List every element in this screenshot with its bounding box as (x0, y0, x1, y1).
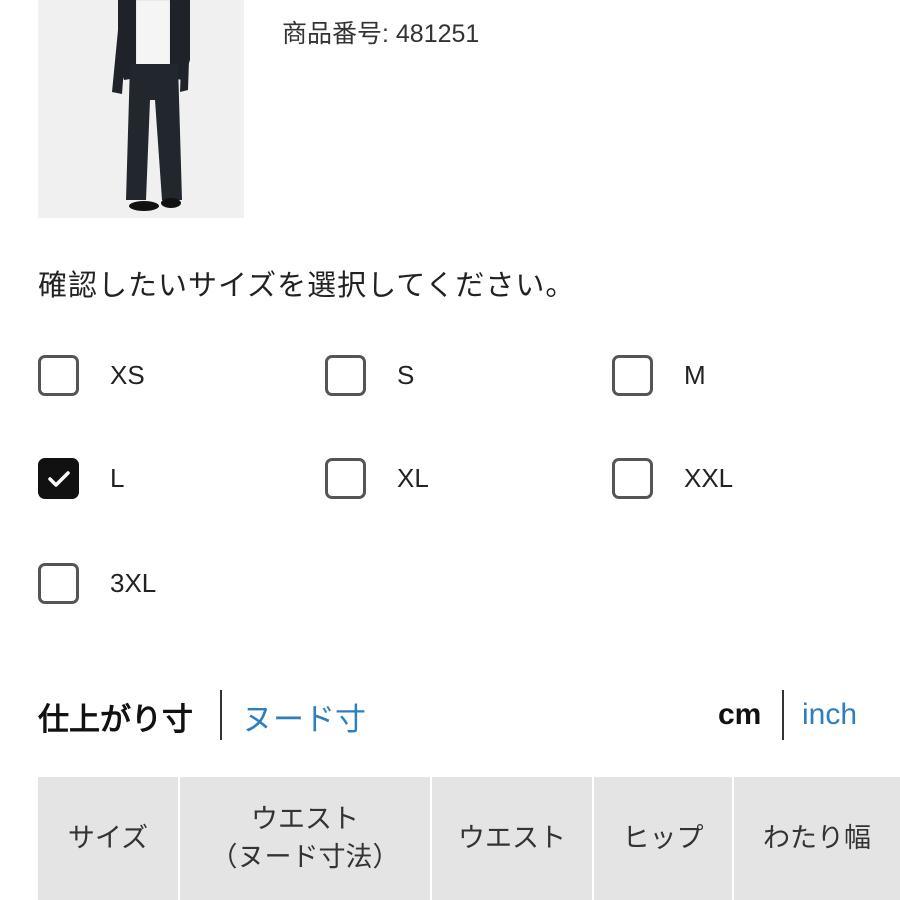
table-header-body-waist-line1: ウエスト (251, 803, 359, 835)
size-checkbox-xxl[interactable] (612, 458, 653, 499)
size-option-s[interactable]: S (325, 355, 414, 396)
tab-finished-size[interactable]: 仕上がり寸 (38, 694, 193, 739)
table-header-waist: ウエスト (432, 777, 594, 900)
tab-body-size[interactable]: ヌード寸 (242, 694, 366, 739)
size-label-xs: XS (110, 360, 145, 390)
size-table: サイズ ウエスト （ヌード寸法） ウエスト ヒップ わたり幅 (38, 777, 900, 900)
size-label-m: M (684, 360, 706, 390)
size-option-xxl[interactable]: XXL (612, 458, 733, 499)
size-instruction: 確認したいサイズを選択してください。 (38, 268, 576, 302)
size-option-m[interactable]: M (612, 355, 706, 396)
table-header-body-waist-line2: （ヌード寸法） (210, 841, 400, 873)
size-option-3xl[interactable]: 3XL (38, 563, 156, 604)
table-header-size: サイズ (38, 777, 180, 900)
size-checkbox-m[interactable] (612, 355, 653, 396)
table-header-thigh-width: わたり幅 (763, 822, 871, 854)
product-image (38, 0, 244, 218)
size-checkbox-s[interactable] (325, 355, 366, 396)
table-header-hip: ヒップ (594, 777, 734, 900)
size-checkbox-xl[interactable] (325, 458, 366, 499)
size-option-xs[interactable]: XS (38, 355, 145, 396)
product-number: 商品番号: 481251 (282, 14, 479, 50)
size-label-xxl: XXL (684, 463, 734, 493)
size-option-l[interactable]: L (38, 458, 124, 499)
size-checkbox-l[interactable] (38, 458, 79, 499)
unit-inch[interactable]: inch (802, 698, 857, 732)
size-checkbox-3xl[interactable] (38, 563, 79, 604)
size-label-s: S (397, 360, 415, 390)
product-number-label: 商品番号: (282, 20, 389, 48)
checkmark-icon (47, 470, 70, 487)
size-label-3xl: 3XL (110, 568, 157, 598)
tab-divider (220, 690, 222, 740)
unit-divider (782, 690, 784, 740)
unit-cm[interactable]: cm (718, 698, 761, 732)
size-label-l: L (110, 463, 125, 493)
size-label-xl: XL (397, 463, 429, 493)
measurement-toggle-row: 仕上がり寸 ヌード寸 cm inch (38, 690, 864, 740)
size-checkbox-xs[interactable] (38, 355, 79, 396)
size-option-xl[interactable]: XL (325, 458, 429, 499)
model-photo (38, 0, 244, 218)
table-header-body-waist: ウエスト （ヌード寸法） (180, 777, 432, 900)
product-number-value: 481251 (395, 20, 480, 48)
